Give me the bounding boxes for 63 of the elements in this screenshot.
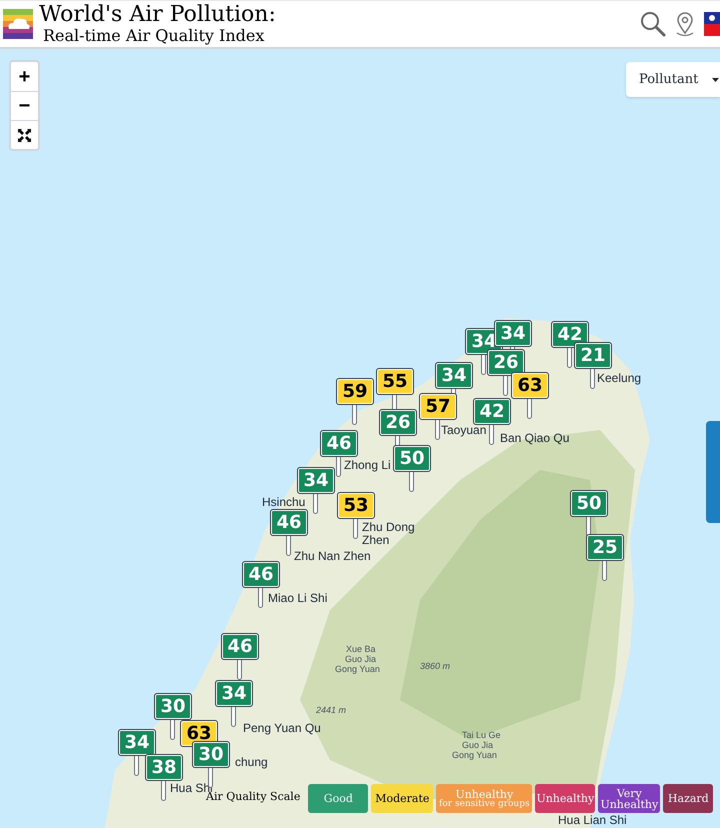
fullscreen-icon <box>18 128 31 142</box>
aqi-marker[interactable]: 34 <box>118 729 156 756</box>
aqi-marker[interactable]: 42 <box>551 321 589 348</box>
place-label: Tai Lu Ge <box>462 731 501 740</box>
aqi-marker[interactable]: 25 <box>586 534 624 561</box>
place-label: Gong Yuan <box>335 665 380 674</box>
aqi-marker[interactable]: 59 <box>336 378 374 405</box>
zoom-in-button[interactable]: + <box>11 62 38 91</box>
site-title: World's Air Pollution: <box>39 4 276 26</box>
pollutant-dropdown[interactable]: Pollutant <box>626 62 720 97</box>
aqi-marker[interactable]: 46 <box>242 561 280 588</box>
map-drawing[interactable] <box>0 49 720 828</box>
scale-level: Hazard <box>663 784 714 813</box>
aqi-marker[interactable]: 34 <box>435 362 473 389</box>
place-label: Peng Yuan Qu <box>243 722 321 734</box>
scale-level: Very Unhealthy <box>598 784 660 813</box>
aqi-marker[interactable]: 63 <box>511 372 549 399</box>
aqi-marker[interactable]: 34 <box>297 467 335 494</box>
aqi-marker[interactable]: 30 <box>154 693 192 720</box>
cloud-logo-icon <box>3 9 33 39</box>
aqi-marker[interactable]: 46 <box>270 509 308 536</box>
place-label: Miao Li Shi <box>268 592 328 604</box>
aqi-marker[interactable]: 46 <box>320 430 358 457</box>
place-label: Zhu Nan Zhen <box>294 550 371 562</box>
place-label: 2441 m <box>316 706 346 715</box>
location-pin-icon[interactable] <box>674 11 696 37</box>
aqi-marker[interactable]: 50 <box>570 490 608 517</box>
place-label: Zhong Li <box>344 459 391 471</box>
zoom-out-button[interactable]: − <box>11 91 38 120</box>
aqi-marker[interactable]: 30 <box>192 741 230 768</box>
aqi-marker[interactable]: 21 <box>574 342 612 369</box>
aqi-marker[interactable]: 50 <box>393 445 431 472</box>
scale-level: Moderate <box>371 784 434 813</box>
aqi-marker[interactable]: 38 <box>145 754 183 781</box>
place-label: Guo Jia <box>462 741 494 750</box>
place-label: chung <box>235 756 268 768</box>
aqi-marker[interactable]: 42 <box>473 398 511 425</box>
aqi-marker[interactable]: 53 <box>337 492 375 519</box>
scale-level: Good <box>308 784 368 813</box>
aqi-marker[interactable]: 26 <box>487 349 525 376</box>
site-subtitle: Real-time Air Quality Index <box>43 28 266 44</box>
place-label: Xue Ba <box>346 645 376 654</box>
place-label: Zhu Dong <box>362 521 415 533</box>
place-label: Zhen <box>362 534 390 546</box>
place-label: Taoyuan <box>441 424 486 436</box>
place-label: Hsinchu <box>262 496 306 508</box>
caret-icon <box>712 78 720 82</box>
place-label: Guo Jia <box>345 655 376 664</box>
aqi-marker[interactable]: 46 <box>221 633 259 660</box>
place-label: Gong Yuan <box>452 751 497 760</box>
scale-level: Unhealthy for sensitive groups <box>436 784 532 813</box>
aqi-marker[interactable]: 34 <box>494 320 532 347</box>
aqi-marker[interactable]: 34 <box>215 680 253 707</box>
place-label: Keelung <box>597 372 642 384</box>
place-label: 3860 m <box>420 662 450 671</box>
place-label: Hua Lian Shi <box>558 814 627 826</box>
aqi-marker[interactable]: 26 <box>379 409 417 436</box>
place-label: Ban Qiao Qu <box>500 432 570 444</box>
scale-level: Unhealthy <box>535 784 596 813</box>
aqi-marker[interactable]: 57 <box>419 393 457 420</box>
search-icon[interactable] <box>640 11 666 37</box>
flag-icon[interactable] <box>704 12 720 36</box>
aqi-marker[interactable]: 55 <box>376 368 414 395</box>
